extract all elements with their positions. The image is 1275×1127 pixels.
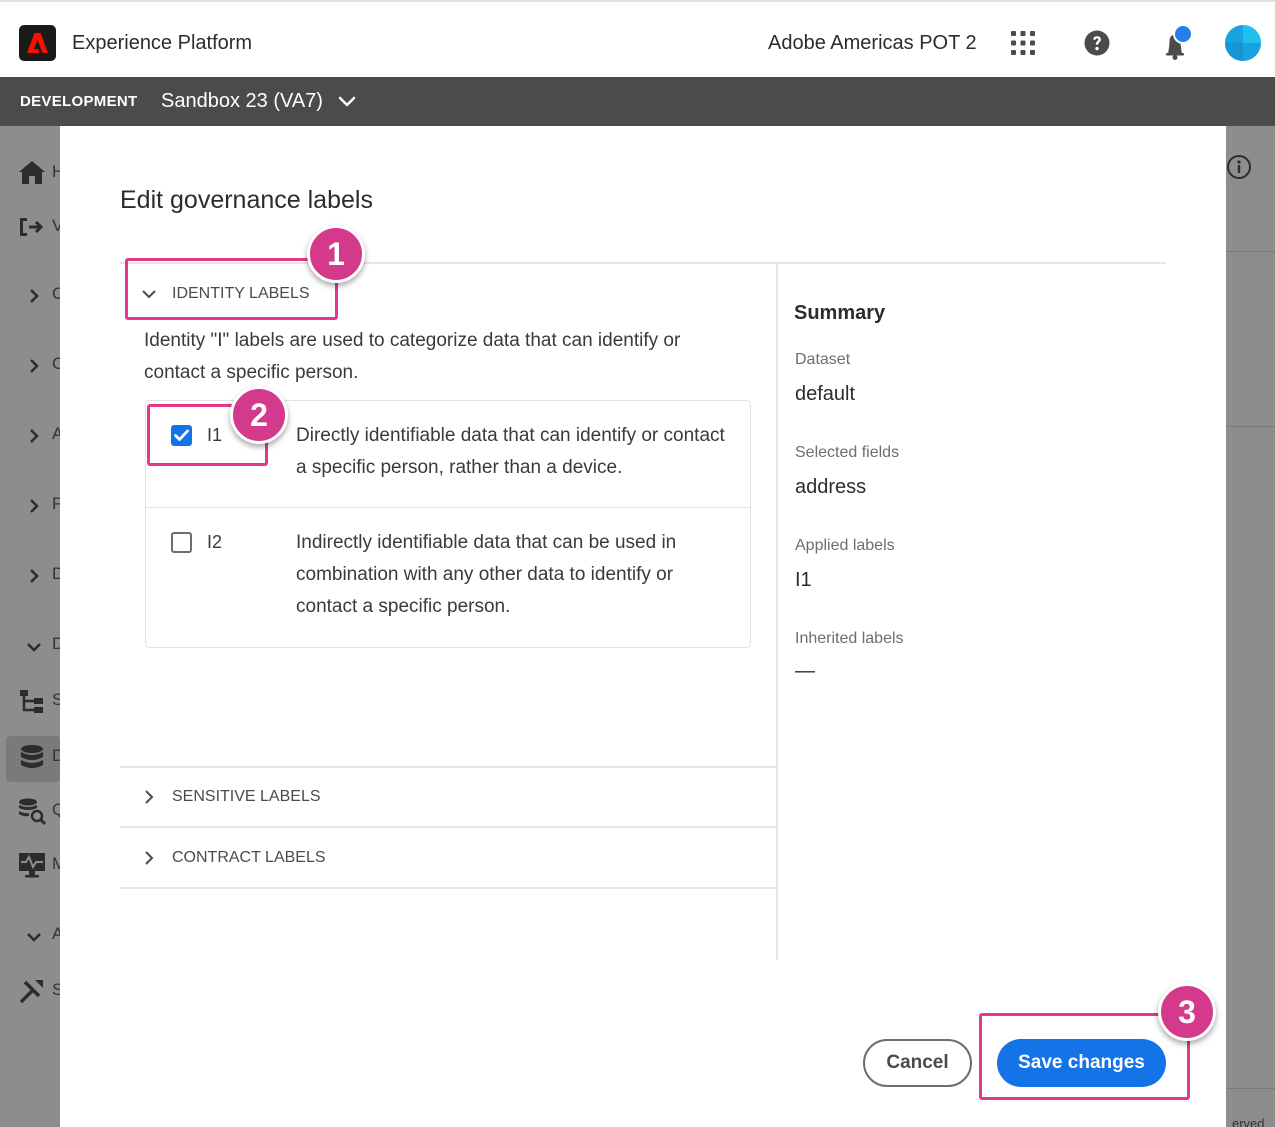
- app-header: Experience Platform Adobe Americas POT 2: [0, 0, 1275, 77]
- environment-label: DEVELOPMENT: [20, 93, 138, 110]
- summary-dataset-value: default: [795, 383, 856, 405]
- adobe-logo-icon[interactable]: [19, 25, 56, 61]
- label-row-i2[interactable]: I2 Indirectly identifiable data that can…: [146, 508, 750, 648]
- sensitive-labels-header[interactable]: SENSITIVE LABELS: [140, 782, 321, 812]
- app-title[interactable]: Experience Platform: [72, 32, 252, 55]
- contract-labels-header[interactable]: CONTRACT LABELS: [140, 843, 326, 873]
- org-switcher[interactable]: Adobe Americas POT 2: [768, 32, 977, 55]
- info-icon[interactable]: [1226, 154, 1252, 180]
- chevron-down-icon[interactable]: [12, 922, 52, 952]
- tools-icon[interactable]: [12, 976, 52, 1006]
- summary-applied-labels-label: Applied labels: [795, 537, 895, 554]
- datasets-icon[interactable]: [12, 742, 52, 772]
- footer-text-peek: erved: [1232, 1116, 1265, 1127]
- panel-divider: [776, 264, 778, 960]
- app-switcher-icon[interactable]: [1010, 30, 1036, 56]
- summary-applied-labels-value: I1: [795, 569, 812, 591]
- chevron-down-icon[interactable]: [337, 93, 357, 111]
- dialog-title: Edit governance labels: [120, 186, 373, 214]
- summary-inherited-labels-value: —: [795, 660, 815, 682]
- chevron-right-icon[interactable]: [12, 492, 52, 522]
- chevron-right-icon[interactable]: [12, 282, 52, 312]
- section-title: SENSITIVE LABELS: [172, 788, 321, 805]
- chevron-down-icon[interactable]: [12, 632, 52, 662]
- user-avatar[interactable]: [1225, 25, 1261, 61]
- side-nav: H V C C A P D D S D Q M A S: [0, 126, 66, 1127]
- summary-dataset-label: Dataset: [795, 351, 851, 368]
- summary-title: Summary: [794, 302, 886, 324]
- chevron-right-icon: [145, 790, 154, 804]
- label-code: I2: [207, 532, 223, 552]
- queries-icon[interactable]: [12, 796, 52, 826]
- callout-highlight-identity-labels: [125, 258, 338, 320]
- callout-badge-3: 3: [1158, 983, 1216, 1041]
- help-icon[interactable]: [1084, 30, 1110, 56]
- label-description: Directly identifiable data that can iden…: [296, 425, 725, 478]
- workflows-icon[interactable]: [12, 212, 52, 242]
- monitoring-icon[interactable]: [12, 850, 52, 880]
- sandbox-bar: DEVELOPMENT Sandbox 23 (VA7): [0, 77, 1275, 126]
- summary-selected-fields-value: address: [795, 476, 867, 498]
- section-title: CONTRACT LABELS: [172, 849, 326, 866]
- cancel-button[interactable]: Cancel: [863, 1039, 972, 1087]
- chevron-right-icon[interactable]: [12, 562, 52, 592]
- callout-badge-2: 2: [230, 386, 288, 444]
- label-description: Indirectly identifiable data that can be…: [296, 532, 677, 617]
- divider: [1226, 1088, 1275, 1089]
- identity-labels-description: Identity "I" labels are used to categori…: [144, 330, 681, 383]
- home-icon[interactable]: [12, 158, 52, 188]
- i2-checkbox[interactable]: [171, 532, 192, 553]
- divider: [120, 766, 776, 768]
- callout-badge-1: 1: [307, 225, 365, 283]
- divider: [120, 887, 776, 889]
- callout-highlight-save-changes: [979, 1013, 1190, 1100]
- summary-selected-fields-label: Selected fields: [795, 444, 900, 461]
- summary-inherited-labels-label: Inherited labels: [795, 630, 904, 647]
- divider: [1226, 426, 1275, 427]
- chevron-right-icon: [145, 851, 154, 865]
- chevron-right-icon[interactable]: [12, 352, 52, 382]
- schemas-icon[interactable]: [12, 686, 52, 716]
- divider: [1226, 251, 1275, 252]
- chevron-right-icon[interactable]: [12, 422, 52, 452]
- divider: [120, 826, 776, 828]
- notifications-bell-icon[interactable]: [1155, 24, 1195, 60]
- sandbox-name[interactable]: Sandbox 23 (VA7): [161, 90, 323, 113]
